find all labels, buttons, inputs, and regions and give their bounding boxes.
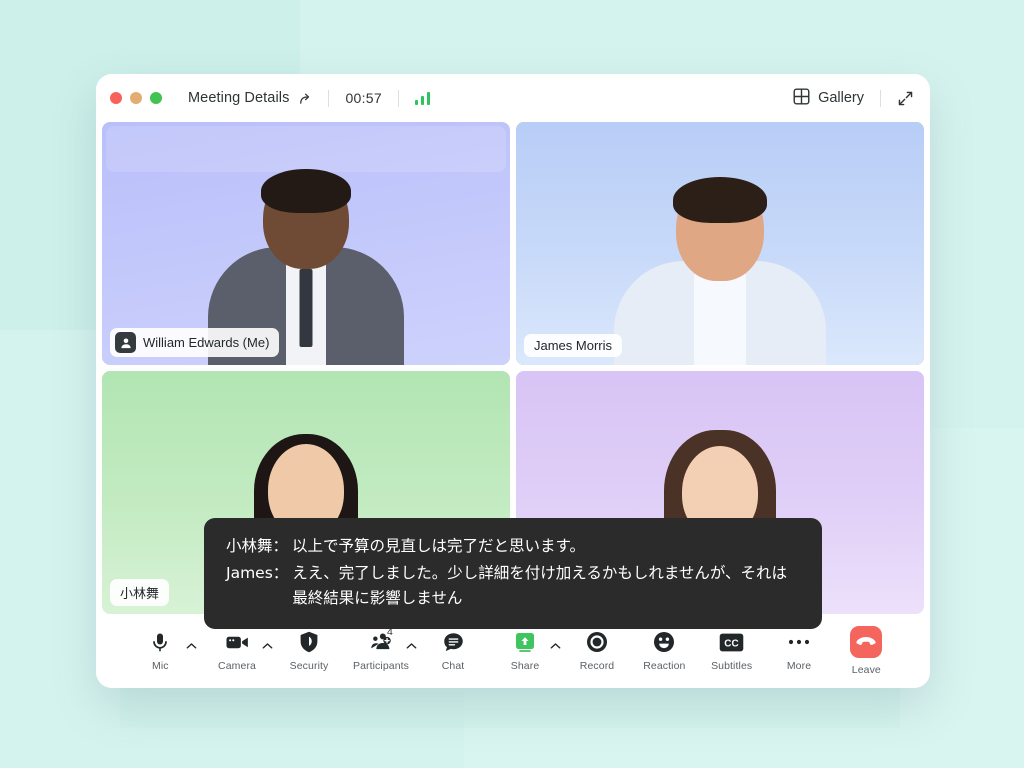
title-bar-actions: Gallery: [793, 88, 914, 109]
participants-label: Participants: [352, 660, 410, 672]
record-button[interactable]: Record: [563, 630, 630, 672]
record-label: Record: [579, 660, 615, 672]
participant-video-james: [605, 165, 835, 365]
chevron-up-icon[interactable]: [550, 637, 561, 655]
camera-label: Camera: [218, 660, 256, 672]
caption-speaker: James：: [226, 564, 289, 583]
gallery-view-button[interactable]: Gallery: [793, 88, 864, 109]
security-button[interactable]: Security: [275, 630, 342, 672]
caption-text: 以上で予算の見直しは完了だと思います。: [292, 537, 585, 555]
signal-bars-icon: [414, 91, 431, 105]
participant-name-badge: William Edwards (Me): [110, 328, 280, 357]
participant-name: James Morris: [534, 338, 613, 353]
chevron-up-icon[interactable]: [186, 637, 197, 655]
participant-name: 小林舞: [120, 586, 160, 601]
mic-button[interactable]: Mic: [122, 630, 199, 672]
participant-name-badge: James Morris: [524, 334, 623, 357]
grid-view-icon: [793, 88, 810, 109]
participant-name-badge: 小林舞: [110, 579, 170, 606]
divider: [880, 89, 881, 107]
share-button[interactable]: Share: [487, 630, 564, 672]
close-window-button[interactable]: [110, 92, 122, 104]
caption-text: ええ、完了しました。少し詳細を付け加えるかもしれませんが、それは最終結果に影響し…: [292, 564, 788, 608]
participants-button[interactable]: Participants 4: [343, 626, 420, 672]
record-icon: [586, 630, 608, 654]
closed-caption-icon: CC: [719, 630, 744, 654]
gallery-label: Gallery: [818, 90, 864, 106]
microphone-icon: [150, 630, 170, 654]
camera-button[interactable]: Camera: [199, 630, 276, 672]
subtitles-button[interactable]: CC Subtitles: [698, 630, 765, 672]
tile-highlight: [106, 126, 506, 172]
more-button[interactable]: More: [765, 630, 832, 672]
chat-label: Chat: [441, 660, 465, 672]
divider: [397, 89, 399, 107]
reaction-label: Reaction: [643, 660, 686, 672]
chevron-up-icon[interactable]: [262, 637, 273, 655]
caption-speaker: 小林舞：: [226, 537, 289, 555]
divider: [328, 89, 330, 107]
caption-line: James： ええ、完了しました。少し詳細を付け加えるかもしれませんが、それは最…: [226, 561, 800, 611]
screen-share-icon: [514, 630, 536, 654]
caption-overlay: 小林舞： 以上で予算の見直しは完了だと思います。 James： ええ、完了しまし…: [204, 518, 822, 630]
mic-label: Mic: [152, 660, 169, 672]
more-label: More: [786, 660, 812, 672]
chat-button[interactable]: Chat: [419, 630, 486, 672]
share-label: Share: [510, 660, 540, 672]
video-camera-icon: [225, 630, 249, 654]
avatar-person-icon: [115, 332, 136, 353]
video-tile-james-morris[interactable]: James Morris: [516, 122, 924, 365]
minimize-window-button[interactable]: [130, 92, 142, 104]
share-arrow-icon[interactable]: [297, 91, 312, 106]
window-controls: [110, 92, 162, 104]
meeting-details-title: Meeting Details: [188, 90, 290, 106]
fullscreen-expand-icon[interactable]: [897, 90, 914, 107]
chat-bubble-icon: [443, 630, 464, 654]
chevron-up-icon[interactable]: [406, 637, 417, 655]
leave-meeting-button[interactable]: Leave: [833, 626, 900, 676]
participant-name: William Edwards (Me): [143, 335, 270, 350]
leave-label: Leave: [851, 664, 881, 676]
video-tile-william-edwards[interactable]: William Edwards (Me): [102, 122, 510, 365]
title-bar: Meeting Details 00:57 Gallery: [96, 74, 930, 122]
security-label: Security: [289, 660, 329, 672]
caption-line: 小林舞： 以上で予算の見直しは完了だと思います。: [226, 534, 800, 559]
meeting-timer: 00:57: [345, 90, 382, 106]
hang-up-phone-icon: [850, 626, 883, 658]
more-dots-icon: [788, 630, 810, 654]
svg-text:CC: CC: [724, 638, 738, 649]
emoji-smiley-icon: [653, 630, 675, 654]
shield-icon: [299, 630, 319, 654]
reaction-button[interactable]: Reaction: [631, 630, 698, 672]
subtitles-label: Subtitles: [711, 660, 753, 672]
maximize-window-button[interactable]: [150, 92, 162, 104]
